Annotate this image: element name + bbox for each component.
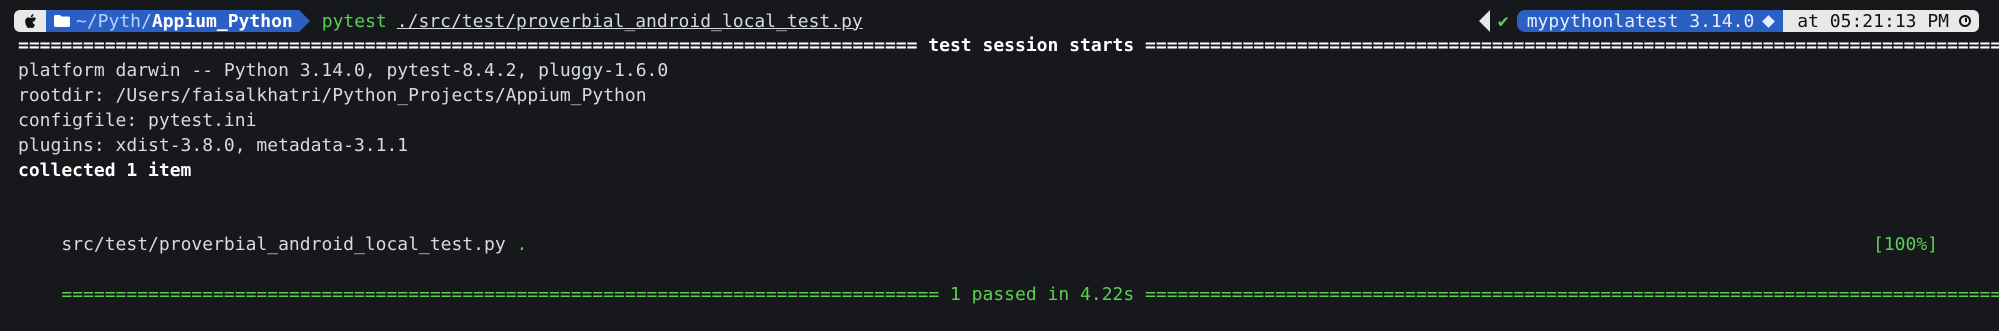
diamond-icon: [1762, 14, 1776, 28]
collected-line: collected 1 item: [18, 160, 192, 181]
directory-prefix: ~/Pyth/: [76, 10, 152, 32]
clock-icon: [1959, 15, 1971, 27]
test-pass-dot: .: [516, 234, 528, 255]
test-result-line: src/test/proverbial_android_local_test.p…: [18, 209, 1978, 255]
check-icon: ✔: [1497, 10, 1509, 32]
test-file-path: src/test/proverbial_android_local_test.p…: [61, 234, 506, 255]
platform-line: platform darwin -- Python 3.14.0, pytest…: [18, 60, 669, 81]
progress-percent: [100%]: [1872, 234, 1938, 255]
prompt-arrow: [298, 10, 310, 32]
configfile-line: configfile: pytest.ini: [18, 110, 257, 131]
rootdir-line: rootdir: /Users/faisalkhatri/Python_Proj…: [18, 85, 647, 106]
shell-prompt: ~/Pyth/Appium_Python pytest ./src/test/p…: [14, 9, 863, 33]
terminal-window[interactable]: ~/Pyth/Appium_Python pytest ./src/test/p…: [0, 0, 1999, 305]
right-prompt-arrow: [1478, 10, 1490, 32]
python-env-badge: mypythonlatest 3.14.0: [1516, 10, 1784, 32]
time-label: at 05:21:13 PM: [1797, 10, 1949, 32]
directory-segment: ~/Pyth/Appium_Python: [46, 10, 299, 32]
command-argument-link[interactable]: ./src/test/proverbial_android_local_test…: [397, 11, 863, 32]
apple-icon: [25, 14, 37, 29]
summary-text: ========================================…: [61, 284, 1999, 305]
session-header: ========================================…: [18, 35, 1999, 56]
plugins-line: plugins: xdist-3.8.0, metadata-3.1.1: [18, 135, 409, 156]
command-text: pytest: [321, 10, 387, 32]
folder-icon: [54, 15, 70, 27]
summary-line: ========================================…: [18, 259, 1999, 305]
right-prompt: ✔ mypythonlatest 3.14.0 at 05:21:13 PM: [1478, 9, 1979, 33]
time-badge: at 05:21:13 PM: [1783, 10, 1979, 32]
directory-name: Appium_Python: [151, 10, 293, 32]
python-env-label: mypythonlatest 3.14.0: [1526, 10, 1755, 32]
os-segment: [14, 10, 46, 32]
